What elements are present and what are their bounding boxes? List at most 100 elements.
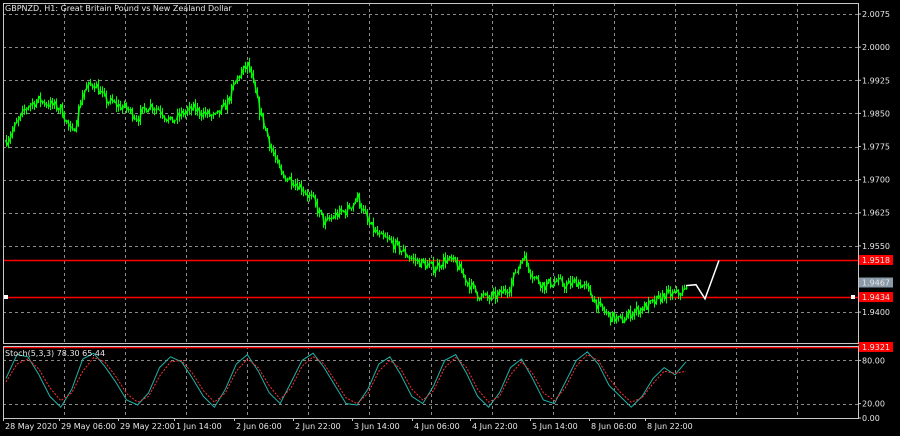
candle-body [143, 106, 146, 110]
x-tick-label: 2 Jun 06:00 [236, 422, 282, 431]
candle-body [89, 82, 92, 86]
candle-body [367, 220, 372, 225]
candle-body [570, 280, 575, 286]
candle-body [71, 126, 74, 130]
candle-body [533, 276, 536, 280]
candle-body [41, 100, 44, 104]
candle-body [76, 106, 81, 124]
candle-body [36, 95, 41, 102]
y-tick-label: 2.0000 [862, 43, 890, 52]
candlesticks [4, 57, 688, 326]
candle-body [34, 100, 39, 108]
candle-body [556, 277, 561, 282]
candle-body [371, 221, 376, 233]
candle-body [66, 120, 71, 126]
candle-body [642, 303, 647, 311]
candle-body [140, 106, 145, 111]
y-tick-label: 1.9925 [862, 76, 890, 85]
candle-body [568, 280, 573, 286]
candle-body [173, 119, 176, 124]
candle-body [60, 104, 65, 117]
candle-body [531, 275, 534, 279]
candle-body [191, 103, 196, 111]
candle-body [345, 205, 350, 216]
candle-body [632, 310, 637, 315]
candle-body [207, 110, 212, 117]
candle-body [397, 242, 402, 253]
candle-body [38, 95, 43, 103]
candle-body [339, 208, 344, 212]
candle-body [623, 319, 626, 324]
candle-body [644, 303, 649, 310]
candle-body [175, 112, 180, 121]
candle-body [130, 109, 135, 119]
candle-body [302, 190, 305, 193]
candle-body [170, 116, 175, 123]
candle-body [310, 193, 313, 197]
candle-body [82, 89, 87, 96]
candle-body [27, 105, 30, 110]
candle-body [186, 109, 189, 113]
candle-body [201, 111, 206, 117]
candle-body [620, 316, 625, 324]
candle-body [384, 235, 387, 239]
candle-body [308, 194, 311, 198]
candle-body [179, 110, 184, 117]
y-tick-label: 1.9850 [862, 109, 890, 118]
candle-body [614, 316, 619, 322]
candle-body [96, 84, 101, 95]
candle-body [212, 112, 215, 116]
candle-body [624, 315, 629, 321]
level-handle-right [851, 295, 855, 299]
candle-body [42, 100, 47, 105]
candle-body [103, 91, 106, 95]
candle-body [297, 184, 302, 190]
candle-body [354, 200, 357, 204]
candle-body [425, 263, 430, 269]
level-tag: 1.9518 [862, 256, 890, 265]
candle-body [518, 261, 523, 268]
candle-body [585, 283, 588, 286]
candle-body [428, 261, 431, 265]
candle-body [337, 208, 342, 218]
x-tick-label: 8 Jun 06:00 [591, 422, 637, 431]
candle-body [193, 103, 198, 112]
level-lines[interactable] [3, 259, 858, 349]
candle-body [521, 259, 524, 263]
candle-body [110, 97, 115, 103]
candle-body [16, 118, 21, 122]
x-tick-label: 29 May 22:00 [120, 422, 175, 431]
candle-body [608, 312, 613, 323]
projection-path [685, 260, 720, 301]
level-tag: 1.9434 [862, 293, 890, 302]
candle-body [326, 216, 329, 221]
candle-body [574, 279, 579, 287]
candle-body [583, 283, 586, 286]
candle-body [386, 236, 389, 239]
candle-body [150, 103, 155, 111]
candle-body [163, 115, 166, 120]
candle-body [323, 219, 328, 226]
x-tick-label: 4 Jun 06:00 [414, 422, 460, 431]
candle-body [443, 257, 448, 264]
candle-body [104, 94, 109, 104]
candle-body [559, 277, 562, 280]
candle-body [283, 175, 288, 182]
candle-body [245, 61, 250, 70]
candle-body [381, 232, 386, 237]
candle-body [261, 112, 266, 127]
candle-body [108, 97, 113, 103]
candle-body [93, 86, 96, 89]
y-tick-label: 2.0075 [862, 10, 890, 19]
candle-body [127, 108, 130, 111]
candle-body [528, 270, 533, 277]
candle-body [160, 112, 165, 117]
candle-body [578, 281, 583, 288]
candle-body [388, 237, 391, 240]
candle-body [423, 261, 428, 269]
candle-body [101, 90, 104, 93]
candle-body [249, 70, 254, 75]
candle-body [463, 275, 468, 283]
candle-body [312, 194, 315, 197]
candle-body [676, 289, 681, 295]
